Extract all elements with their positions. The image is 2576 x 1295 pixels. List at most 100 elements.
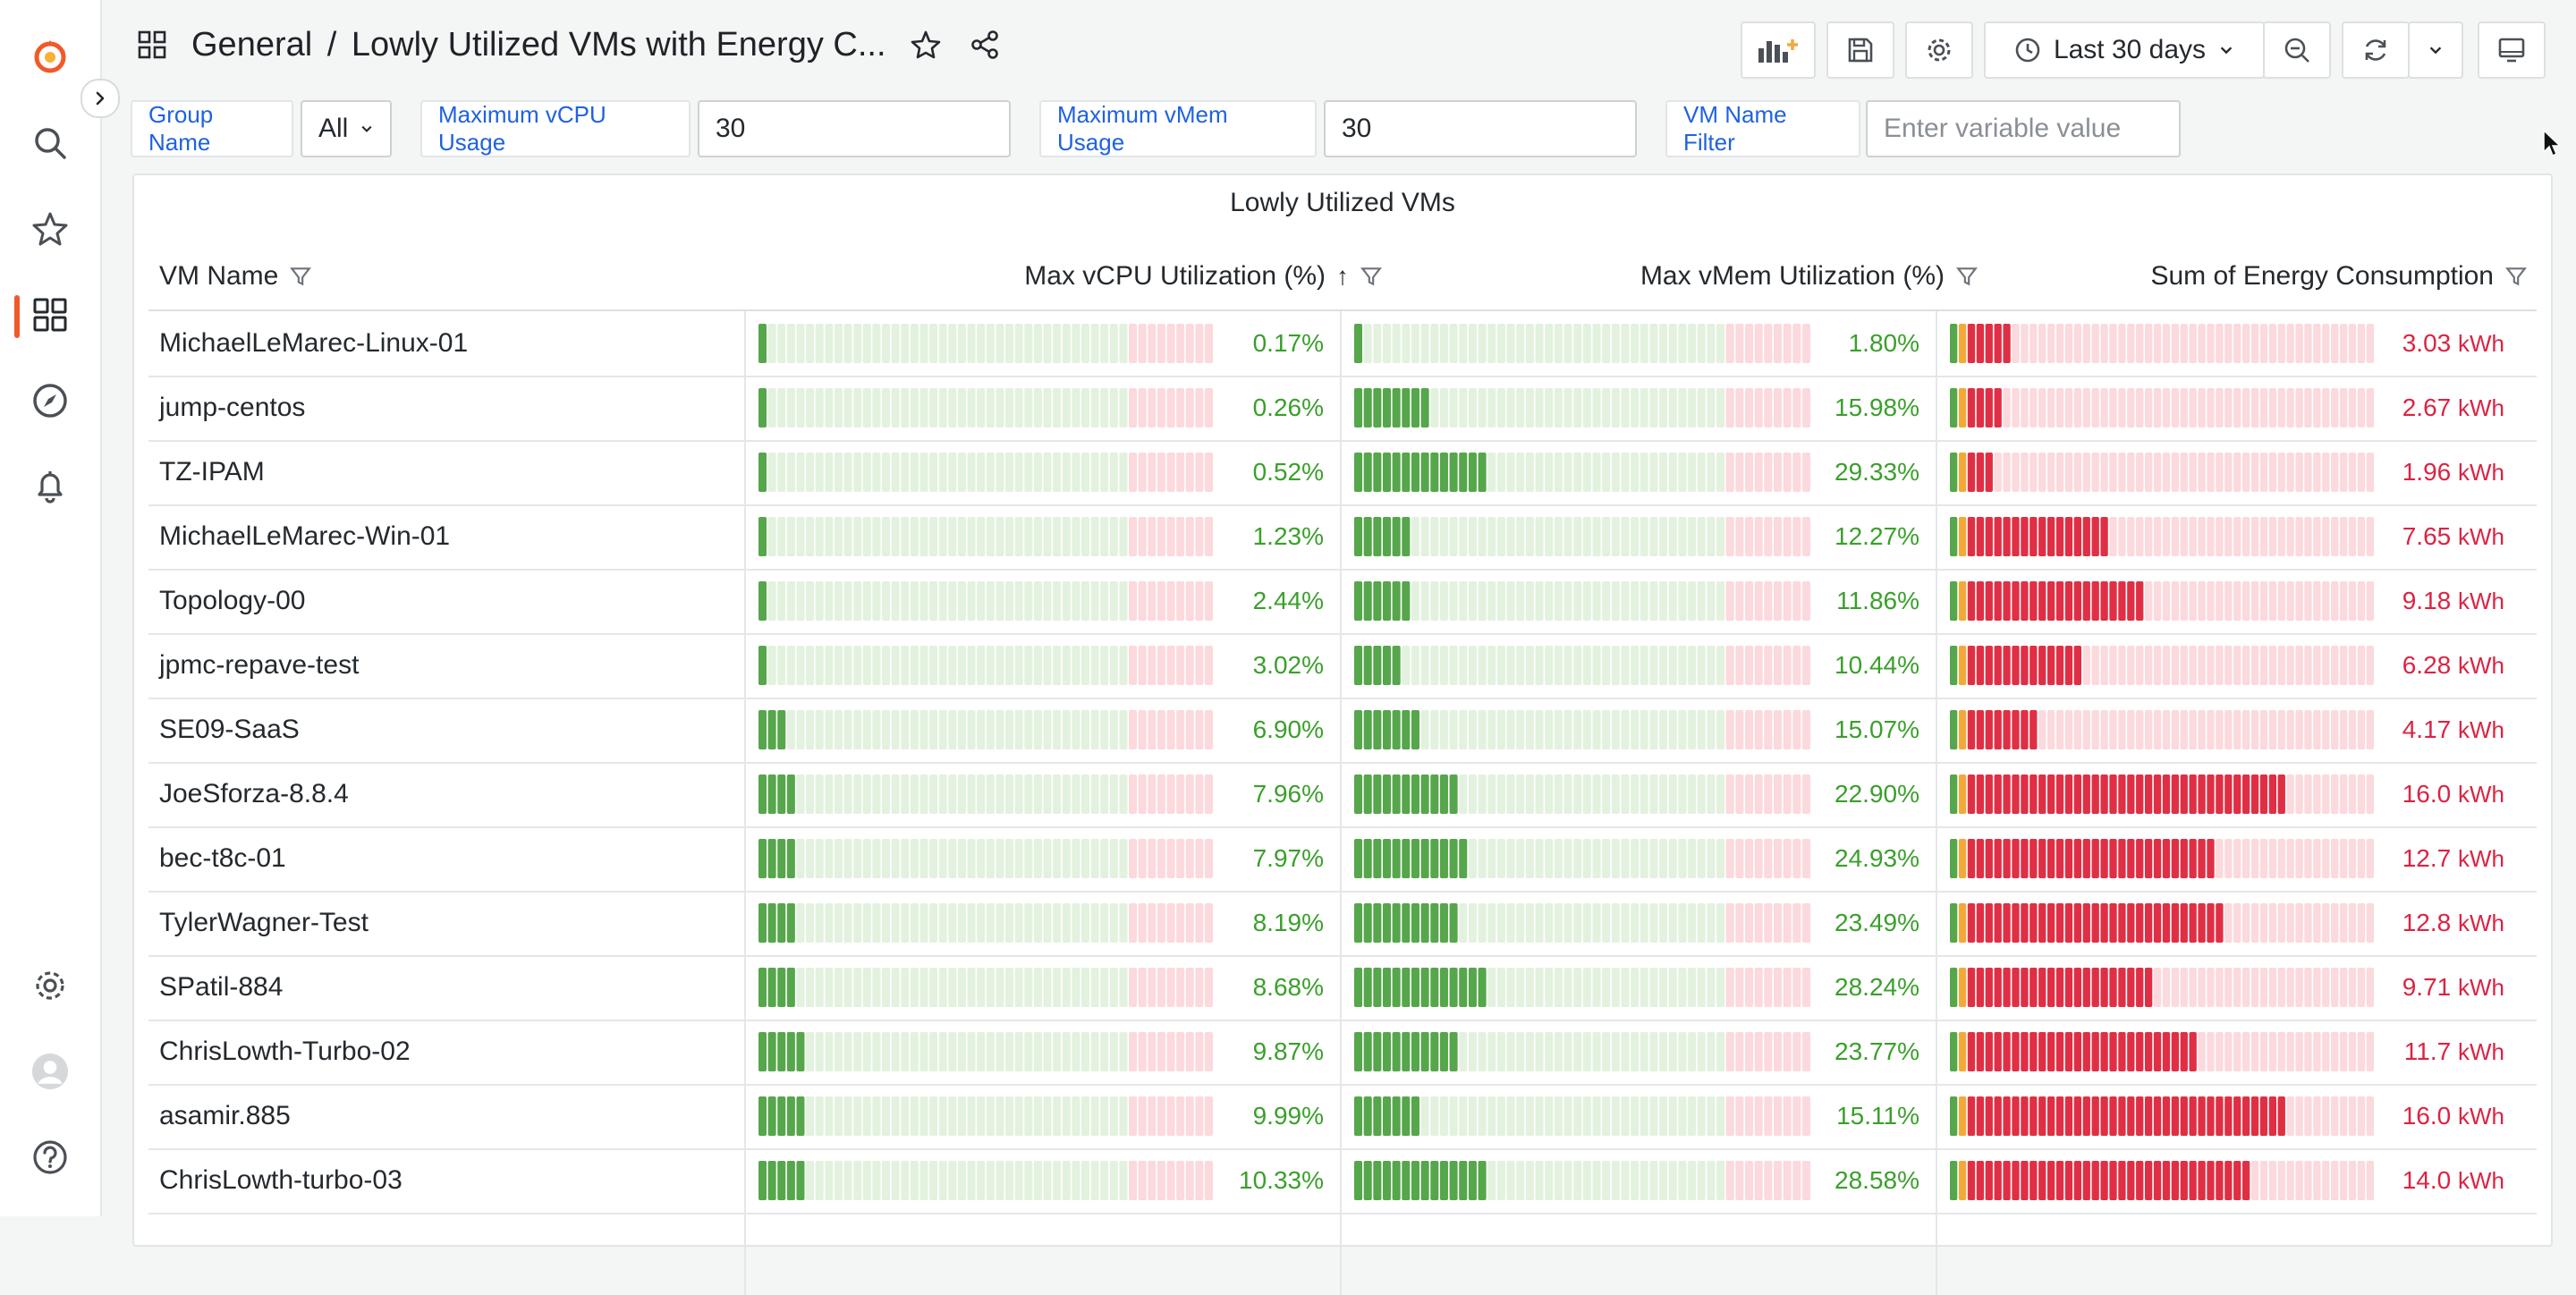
time-range-picker[interactable]: Last 30 days (1984, 21, 2265, 79)
gauge-segment (2055, 581, 2064, 621)
gauge-segment (872, 903, 881, 943)
filter-icon[interactable] (289, 265, 312, 288)
gauge-segment (2250, 1161, 2259, 1200)
dashboards-icon[interactable] (25, 290, 75, 340)
group-name-select[interactable]: All (301, 100, 392, 157)
filter-icon[interactable] (1360, 265, 1383, 288)
user-avatar-icon[interactable] (25, 1046, 75, 1096)
starred-icon[interactable] (25, 204, 75, 254)
gauge-segment (1062, 968, 1071, 1007)
panel-title[interactable]: Lowly Utilized VMs (134, 188, 2551, 218)
gauge-segment (2304, 1096, 2312, 1136)
gauge-segment (1459, 646, 1468, 685)
help-icon[interactable] (25, 1132, 75, 1182)
table-row[interactable]: TZ-IPAM 0.52% 29.33% 1.96 kWh (148, 440, 2537, 506)
table-row[interactable]: MichaelLeMarec-Linux-01 0.17% 1.80% 3.03 kW… (148, 311, 2537, 377)
gauge-segment (2357, 1032, 2366, 1071)
gauge-segment (834, 839, 843, 878)
gauge-segment (1602, 388, 1611, 427)
gauge-segment (1090, 1096, 1099, 1136)
gauge-segment (1439, 968, 1448, 1007)
tv-mode-button[interactable] (2478, 21, 2546, 79)
search-icon[interactable] (25, 118, 75, 168)
table-row[interactable]: asamir.885 9.99% 15.11% 16.0 kWh (148, 1084, 2537, 1150)
gauge-segment (2153, 710, 2162, 749)
max-vmem-input[interactable]: 30 (1324, 100, 1637, 157)
gauge-segment (1792, 903, 1801, 943)
vm-name-filter-input[interactable]: Enter variable value (1866, 100, 2181, 157)
alerting-icon[interactable] (25, 461, 75, 512)
dashboard-title[interactable]: Lowly Utilized VMs with Energy C... (352, 26, 886, 63)
table-row[interactable]: jpmc-repave-test 3.02% 10.44% 6.28 kWh (148, 633, 2537, 699)
column-header-vcpu[interactable]: Max vCPU Utilization (%) ↑ (1024, 261, 1383, 292)
star-outline-icon[interactable] (906, 25, 945, 64)
gauge-segment (938, 324, 947, 363)
gauge-segment (1707, 839, 1716, 878)
gauge-segment (1420, 1161, 1429, 1200)
refresh-interval-dropdown[interactable] (2408, 21, 2463, 79)
grafana-logo-icon[interactable] (25, 32, 75, 82)
gauge-segment (1697, 646, 1706, 685)
refresh-button[interactable] (2342, 21, 2410, 79)
table-row[interactable]: ChrisLowth-turbo-03 10.33% 28.58% 14.0 kWh (148, 1148, 2537, 1215)
gauge-segment (2073, 774, 2082, 814)
table-row[interactable]: bec-t8c-01 7.97% 24.93% 12.7 kWh (148, 826, 2537, 893)
gauge-segment (2366, 324, 2374, 363)
gauge-segment (2198, 517, 2206, 556)
gauge-segment (2295, 388, 2303, 427)
column-header-vm-name[interactable]: VM Name (159, 261, 312, 292)
gauge-segment (1792, 324, 1801, 363)
dashboard-settings-button[interactable] (1905, 21, 1973, 79)
filter-icon[interactable] (2504, 265, 2528, 288)
column-header-vmem[interactable]: Max vMem Utilization (%) (1640, 261, 1979, 292)
gauge-segment (2207, 903, 2215, 943)
table-row[interactable]: SE09-SaaS 6.90% 15.07% 4.17 kWh (148, 698, 2537, 764)
gauge-segment (986, 1161, 995, 1200)
gauge-segment (2233, 324, 2241, 363)
gauge-segment (1621, 774, 1630, 814)
gauge-segment (1950, 710, 1958, 749)
gauge-segment (2073, 1096, 2082, 1136)
add-panel-button[interactable] (1741, 21, 1816, 79)
gauge-segment (1195, 1161, 1204, 1200)
table-row[interactable]: ChrisLowth-Turbo-02 9.87% 23.77% 11.7 kWh (148, 1020, 2537, 1086)
gauge-segment (758, 646, 767, 685)
gauge-segment (957, 1032, 966, 1071)
gauge-segment (1649, 968, 1658, 1007)
table-row[interactable]: TylerWagner-Test 8.19% 23.49% 12.8 kWh (148, 891, 2537, 957)
gauge-segment (1090, 388, 1099, 427)
energy-value: 7.65 kWh (2379, 504, 2504, 569)
gauge-segment (872, 839, 881, 878)
folder-link[interactable]: General (191, 26, 312, 63)
filter-icon[interactable] (1955, 265, 1979, 288)
table-row[interactable]: SPatil-884 8.68% 28.24% 9.71 kWh (148, 955, 2537, 1021)
gauge-segment (1631, 646, 1640, 685)
gauge-segment (1354, 324, 1363, 363)
gauge-segment (1148, 581, 1157, 621)
gauge-segment (1354, 453, 1363, 492)
gauge-segment (1033, 453, 1042, 492)
explore-icon[interactable] (25, 376, 75, 426)
gauge-segment (1468, 517, 1477, 556)
gauge-segment (1014, 1161, 1023, 1200)
expand-nav-button[interactable] (80, 79, 120, 118)
gauge-segment (2082, 839, 2090, 878)
gauge-segment (1602, 903, 1611, 943)
gauge-segment (2029, 968, 2038, 1007)
gauge-segment (1062, 581, 1071, 621)
table-row[interactable]: jump-centos 0.26% 15.98% 2.67 kWh (148, 376, 2537, 442)
gauge-segment (1958, 839, 1967, 878)
table-row[interactable]: JoeSforza-8.8.4 7.96% 22.90% 16.0 kWh (148, 762, 2537, 828)
gauge-segment (2313, 968, 2321, 1007)
settings-icon[interactable] (25, 961, 75, 1011)
column-header-energy[interactable]: Sum of Energy Consumption (2150, 261, 2528, 292)
share-icon[interactable] (965, 25, 1004, 64)
table-row[interactable]: Topology-00 2.44% 11.86% 9.18 kWh (148, 569, 2537, 635)
max-vcpu-input[interactable]: 30 (698, 100, 1011, 157)
save-dashboard-button[interactable] (1826, 21, 1894, 79)
zoom-out-button[interactable] (2263, 21, 2331, 79)
table-row[interactable]: MichaelLeMarec-Win-01 1.23% 12.27% 7.65 kWh (148, 504, 2537, 571)
gauge-segment (1525, 324, 1534, 363)
gauge-segment (1545, 1161, 1554, 1200)
gauge-segment (1176, 968, 1185, 1007)
